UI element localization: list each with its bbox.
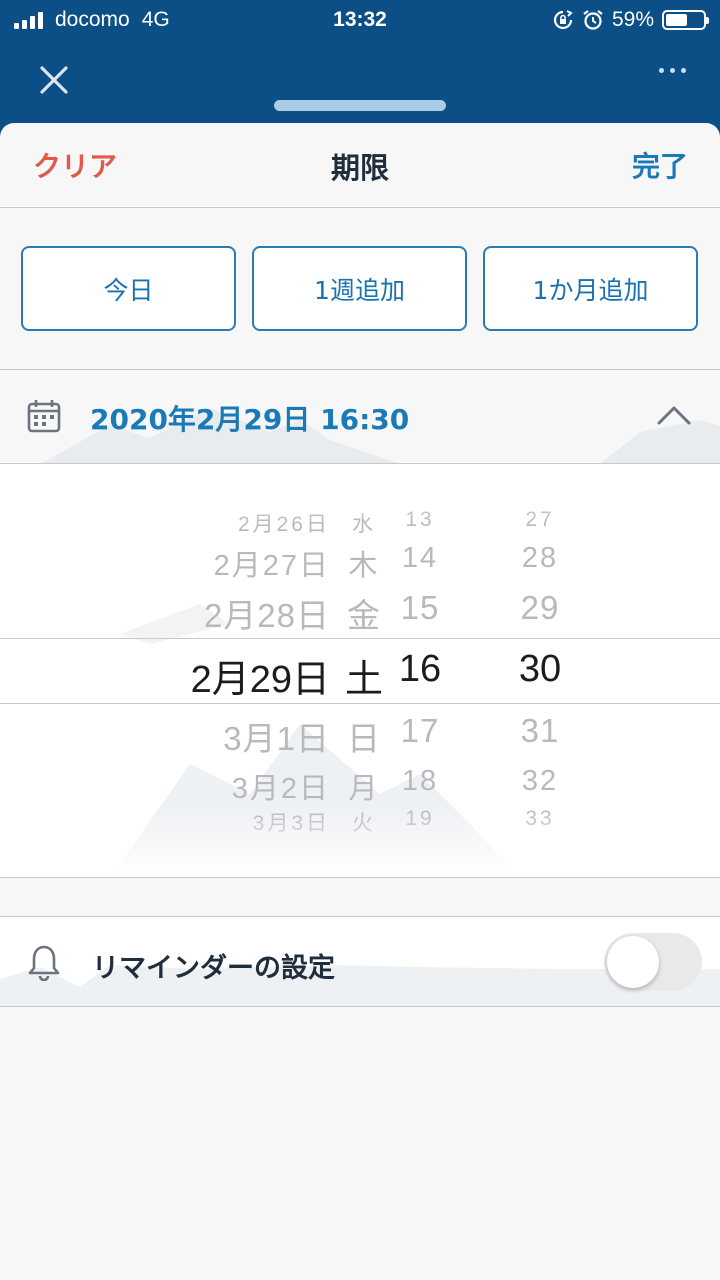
picker-date: 3月3日 <box>252 812 330 836</box>
picker-weekday: 月 <box>348 772 380 805</box>
due-date-row[interactable]: 2020年2月29日 16:30 <box>0 370 720 464</box>
picker-hour: 18 <box>401 764 439 797</box>
picker-row[interactable]: 2月26日水 13 27 <box>0 508 720 536</box>
picker-minute: 33 <box>525 807 555 831</box>
picker-hour: 16 <box>398 648 442 691</box>
done-button[interactable]: 完了 <box>632 145 688 185</box>
picker-weekday: 土 <box>344 659 383 702</box>
picker-hour: 19 <box>405 807 435 831</box>
add-one-month-button[interactable]: 1か月追加 <box>483 246 698 331</box>
picker-minute: 27 <box>525 508 555 532</box>
rotation-lock-icon <box>553 10 573 30</box>
picker-date: 2月26日 <box>237 513 330 537</box>
app-header <box>0 40 720 124</box>
network-label: 4G <box>141 8 170 31</box>
section-gap <box>0 878 720 917</box>
chevron-up-icon[interactable] <box>656 404 692 426</box>
due-date-value: 2020年2月29日 16:30 <box>90 403 410 436</box>
picker-date: 3月2日 <box>231 772 330 805</box>
battery-icon <box>662 10 709 30</box>
bell-icon <box>28 945 60 981</box>
toggle-knob <box>607 936 659 988</box>
picker-minute: 32 <box>521 764 559 797</box>
picker-weekday: 日 <box>347 720 381 758</box>
clear-button[interactable]: クリア <box>33 145 117 185</box>
picker-weekday: 火 <box>352 812 376 836</box>
picker-date: 2月27日 <box>213 549 330 582</box>
picker-date: 2月29日 <box>190 659 330 702</box>
picker-weekday: 金 <box>347 597 381 635</box>
status-left: docomo 4G <box>14 8 170 32</box>
reminder-label: リマインダーの設定 <box>92 953 335 984</box>
picker-date: 3月1日 <box>223 720 330 758</box>
picker-row[interactable]: 2月27日木 14 28 <box>0 541 720 582</box>
picker-minute: 30 <box>518 648 562 691</box>
carrier-label: docomo <box>55 8 130 31</box>
picker-hour: 17 <box>400 712 440 750</box>
picker-hour: 14 <box>401 541 439 574</box>
quick-date-buttons: 今日 1週追加 1か月追加 <box>21 246 698 331</box>
picker-hour: 13 <box>405 508 435 532</box>
due-date-sheet: クリア 期限 完了 今日 1週追加 1か月追加 2020年2月29日 16:30 <box>0 123 720 1280</box>
picker-weekday: 木 <box>348 549 380 582</box>
picker-minute: 29 <box>520 589 560 627</box>
close-icon[interactable] <box>34 60 74 100</box>
picker-row[interactable]: 3月2日月 18 32 <box>0 764 720 805</box>
picker-row-selected[interactable]: 2月29日土 16 30 <box>0 648 720 701</box>
picker-hour: 15 <box>400 589 440 627</box>
signal-icon <box>14 11 43 29</box>
status-right: 59% <box>552 8 709 32</box>
today-button[interactable]: 今日 <box>21 246 236 331</box>
picker-row[interactable]: 3月3日火 19 33 <box>0 807 720 835</box>
sheet-nav-bar: クリア 期限 完了 <box>0 123 720 208</box>
reminder-row: リマインダーの設定 <box>0 917 720 1007</box>
picker-weekday: 水 <box>352 513 376 537</box>
picker-minute: 31 <box>520 712 560 750</box>
battery-percent: 59% <box>611 8 654 31</box>
date-time-picker-wheel[interactable]: 2月26日水 13 27 2月27日木 14 28 2月28日金 15 29 2月29日土 16 30… <box>0 464 720 878</box>
picker-row[interactable]: 2月28日金 15 29 <box>0 589 720 634</box>
calendar-icon <box>27 400 61 433</box>
add-one-week-button[interactable]: 1週追加 <box>252 246 467 331</box>
battery-fill <box>666 14 688 26</box>
picker-minute: 28 <box>521 541 559 574</box>
picker-row[interactable]: 3月1日日 17 31 <box>0 712 720 757</box>
status-bar: docomo 4G 13:32 59% <box>0 0 720 40</box>
more-options-icon[interactable] <box>659 68 686 73</box>
sheet-grabber-handle[interactable] <box>274 100 446 111</box>
picker-date: 2月28日 <box>203 597 330 635</box>
alarm-icon <box>583 10 603 30</box>
reminder-toggle[interactable] <box>604 933 702 991</box>
